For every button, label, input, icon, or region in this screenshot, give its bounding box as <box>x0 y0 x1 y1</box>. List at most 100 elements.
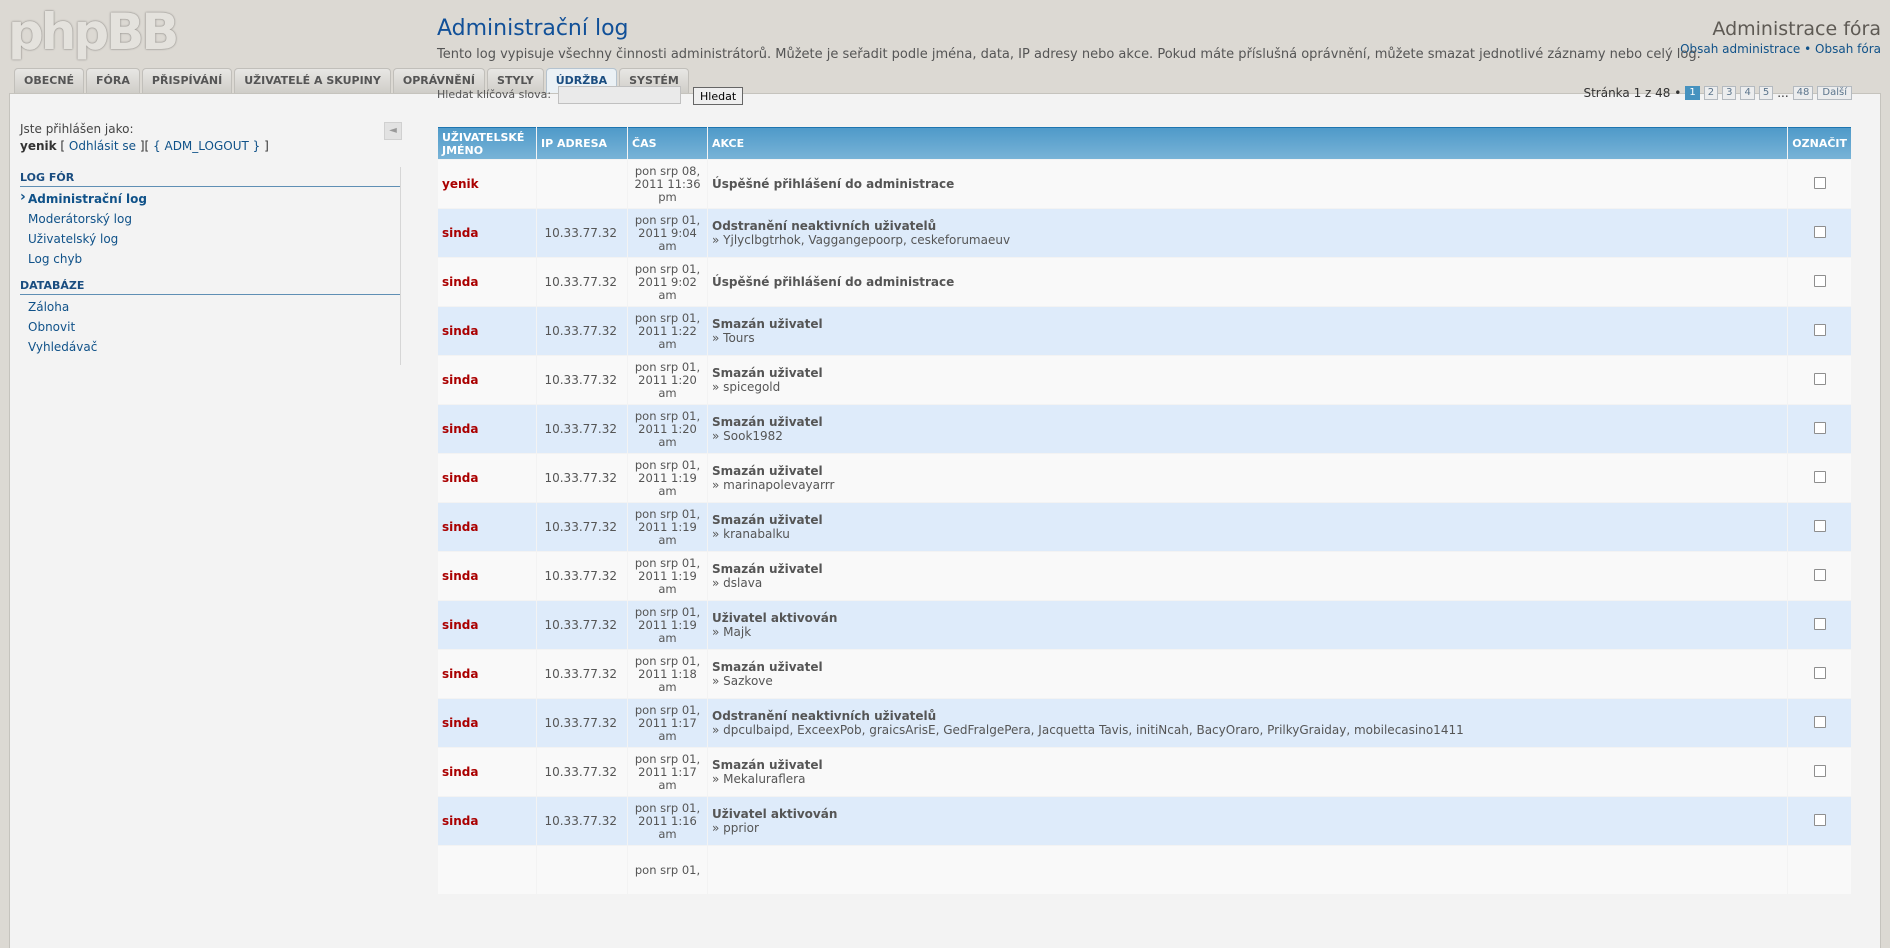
table-row: sinda 10.33.77.32 pon srp 01, 2011 1:20 am… <box>438 356 1851 404</box>
pagination-text: Stránka 1 z 48 • <box>1583 86 1682 100</box>
tab-posting[interactable]: PŘISPÍVÁNÍ <box>141 68 233 93</box>
row-ip: 10.33.77.32 <box>537 601 627 649</box>
table-row: pon srp 01, <box>438 846 1851 894</box>
row-username[interactable]: sinda <box>438 503 536 551</box>
login-line: yenik [ Odhlásit se ][ { ADM_LOGOUT } ] <box>20 139 401 153</box>
row-action: Smazán uživatel» dslava <box>708 552 1788 600</box>
row-action: Uživatel aktivován» pprior <box>708 797 1788 845</box>
col-username[interactable]: UŽIVATELSKÉ JMÉNO <box>438 127 536 159</box>
section-forum-logs: LOG FÓR <box>20 167 400 187</box>
mark-checkbox[interactable] <box>1813 274 1826 287</box>
row-username[interactable]: sinda <box>438 258 536 306</box>
row-username[interactable] <box>438 846 536 894</box>
search-button[interactable]: Hledat <box>693 87 744 105</box>
table-row: sinda 10.33.77.32 pon srp 01, 2011 1:19 am… <box>438 601 1851 649</box>
row-action: Odstranění neaktivních uživatelů» Yjlycl… <box>708 209 1788 257</box>
mark-checkbox[interactable] <box>1813 617 1826 630</box>
mark-checkbox[interactable] <box>1813 568 1826 581</box>
row-username[interactable]: sinda <box>438 748 536 796</box>
collapse-sidebar-icon[interactable]: ◄ <box>384 122 402 140</box>
row-ip: 10.33.77.32 <box>537 797 627 845</box>
row-username[interactable]: yenik <box>438 160 536 208</box>
mark-checkbox[interactable] <box>1813 764 1826 777</box>
page-last[interactable]: 48 <box>1792 86 1814 100</box>
mark-checkbox[interactable] <box>1813 421 1826 434</box>
col-mark: OZNAČIT <box>1788 127 1851 159</box>
row-username[interactable]: sinda <box>438 356 536 404</box>
mark-checkbox[interactable] <box>1813 323 1826 336</box>
tab-forums[interactable]: FÓRA <box>86 68 140 93</box>
col-time[interactable]: ČAS <box>628 127 707 159</box>
page-4[interactable]: 4 <box>1740 86 1755 100</box>
next-page-button[interactable]: Další <box>1817 86 1852 100</box>
tab-users-groups[interactable]: UŽIVATELÉ A SKUPINY <box>234 68 391 93</box>
sidebar-item-admin-log[interactable]: Administrační log <box>20 189 400 209</box>
table-row: sinda 10.33.77.32 pon srp 01, 2011 1:16 am… <box>438 797 1851 845</box>
row-ip: 10.33.77.32 <box>537 454 627 502</box>
page-5[interactable]: 5 <box>1758 86 1774 100</box>
page-3[interactable]: 3 <box>1722 86 1737 100</box>
row-time: pon srp 01, 2011 1:22 am <box>628 307 707 355</box>
row-time: pon srp 01, 2011 1:19 am <box>628 552 707 600</box>
row-time: pon srp 08, 2011 11:36 pm <box>628 160 707 208</box>
mark-checkbox[interactable] <box>1813 176 1826 189</box>
tab-general[interactable]: OBECNÉ <box>14 68 85 93</box>
sidebar-item-backup[interactable]: Záloha <box>20 297 400 317</box>
table-row: sinda 10.33.77.32 pon srp 01, 2011 1:19 am… <box>438 454 1851 502</box>
adm-logout-link[interactable]: { ADM_LOGOUT } <box>153 139 260 153</box>
row-username[interactable]: sinda <box>438 650 536 698</box>
sidebar-item-user-log[interactable]: Uživatelský log <box>20 229 400 249</box>
mark-checkbox[interactable] <box>1813 372 1826 385</box>
table-row: sinda 10.33.77.32 pon srp 01, 2011 1:19 am… <box>438 552 1851 600</box>
action-detail: » Majk <box>712 625 752 639</box>
row-action: Odstranění neaktivních uživatelů» dpculb… <box>708 699 1788 747</box>
log-rows: yenik pon srp 08, 2011 11:36 pm Úspěšné př… <box>438 160 1851 894</box>
row-username[interactable]: sinda <box>438 552 536 600</box>
row-username[interactable]: sinda <box>438 405 536 453</box>
mark-checkbox[interactable] <box>1813 715 1826 728</box>
row-time: pon srp 01, 2011 1:19 am <box>628 454 707 502</box>
action-title: Smazán uživatel <box>712 562 823 576</box>
row-username[interactable]: sinda <box>438 601 536 649</box>
action-title: Smazán uživatel <box>712 366 823 380</box>
mark-checkbox[interactable] <box>1813 666 1826 679</box>
page-2[interactable]: 2 <box>1703 86 1719 100</box>
row-username[interactable]: sinda <box>438 797 536 845</box>
bracket: ] <box>260 139 269 153</box>
page-title: Administrační log <box>437 16 629 41</box>
row-username[interactable]: sinda <box>438 699 536 747</box>
mark-checkbox[interactable] <box>1813 470 1826 483</box>
row-action: Smazán uživatel» spicegold <box>708 356 1788 404</box>
action-title: Smazán uživatel <box>712 464 823 478</box>
sidebar-item-search-index[interactable]: Vyhledávač <box>20 337 400 357</box>
page-1[interactable]: 1 <box>1685 86 1700 100</box>
sidebar-item-error-log[interactable]: Log chyb <box>20 249 400 269</box>
search-input[interactable] <box>558 86 681 104</box>
mark-checkbox[interactable] <box>1813 225 1826 238</box>
row-username[interactable]: sinda <box>438 454 536 502</box>
sidebar-item-restore[interactable]: Obnovit <box>20 317 400 337</box>
row-action: Úspěšné přihlášení do administrace <box>708 160 1788 208</box>
row-mark <box>1788 307 1851 355</box>
main-content: Administrační log Tento log vypisuje vše… <box>437 16 1852 106</box>
action-detail: » Sook1982 <box>712 429 783 443</box>
table-row: sinda 10.33.77.32 pon srp 01, 2011 1:20 am… <box>438 405 1851 453</box>
row-mark <box>1788 356 1851 404</box>
row-action: Uživatel aktivován» Majk <box>708 601 1788 649</box>
row-username[interactable]: sinda <box>438 307 536 355</box>
row-mark <box>1788 601 1851 649</box>
table-row: sinda 10.33.77.32 pon srp 01, 2011 9:02 am… <box>438 258 1851 306</box>
col-ip[interactable]: IP ADRESA <box>537 127 627 159</box>
col-action[interactable]: AKCE <box>708 127 1788 159</box>
row-username[interactable]: sinda <box>438 209 536 257</box>
row-action: Smazán uživatel» kranabalku <box>708 503 1788 551</box>
action-detail: » Sazkove <box>712 674 773 688</box>
sidebar-item-moderator-log[interactable]: Moderátorský log <box>20 209 400 229</box>
bracket: [ <box>56 139 69 153</box>
admin-log-table: UŽIVATELSKÉ JMÉNO IP ADRESA ČAS AKCE OZN… <box>437 126 1852 895</box>
row-mark <box>1788 650 1851 698</box>
mark-checkbox[interactable] <box>1813 519 1826 532</box>
mark-checkbox[interactable] <box>1813 813 1826 826</box>
logout-link[interactable]: Odhlásit se <box>69 139 136 153</box>
row-time: pon srp 01, <box>628 846 707 894</box>
